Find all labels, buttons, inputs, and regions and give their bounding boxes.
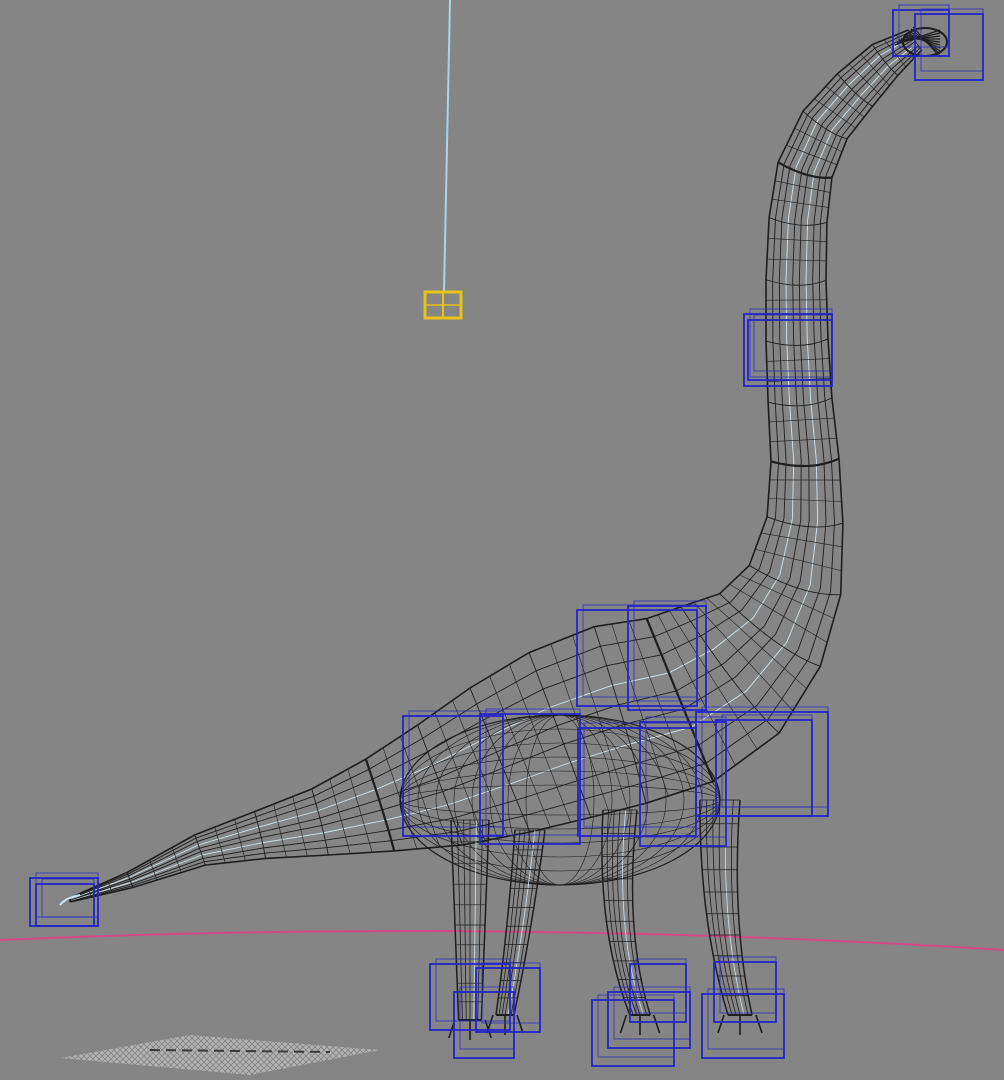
bone-controls[interactable] bbox=[29, 4, 984, 1067]
viewport-canvas[interactable] bbox=[0, 0, 1004, 1080]
bone-control-box-back bbox=[721, 714, 813, 808]
bone-control-box[interactable] bbox=[591, 999, 675, 1067]
bone-control-box[interactable] bbox=[627, 605, 707, 711]
bone-control-box-back bbox=[485, 708, 581, 836]
ground-plane-line bbox=[0, 930, 1004, 951]
bone-control-box-back bbox=[920, 8, 984, 72]
bone-control-box-back bbox=[459, 986, 515, 1050]
dinosaur-wireframe[interactable] bbox=[59, 26, 948, 1040]
light-target-line bbox=[443, 0, 451, 293]
light-icon[interactable] bbox=[423, 290, 463, 320]
bone-control-box-back bbox=[707, 988, 785, 1050]
ground-grid-icon bbox=[60, 1035, 380, 1075]
3d-viewport[interactable] bbox=[0, 0, 1004, 1080]
